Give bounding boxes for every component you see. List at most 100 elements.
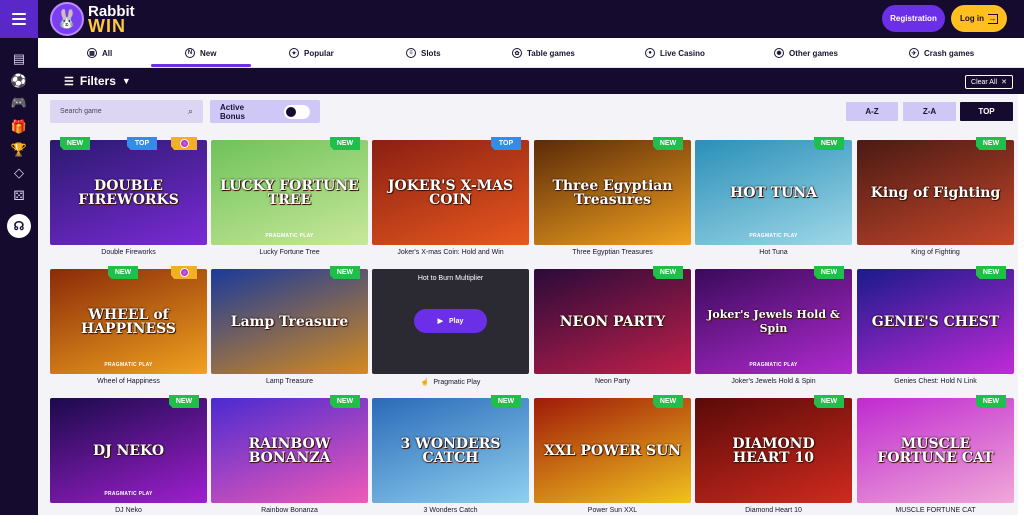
gamepad-icon[interactable]: 🎮 [9, 94, 29, 112]
filters-label: Filters [79, 74, 116, 88]
game-card[interactable]: Lamp Treasure NEW Lamp Treasure [211, 266, 368, 394]
bonus-coin-icon [171, 137, 197, 150]
game-name: DJ Neko [115, 507, 142, 514]
search-input[interactable]: Search game ⌕ [50, 100, 203, 123]
sort-za-button[interactable]: Z-A [903, 102, 956, 121]
game-card[interactable]: 3 WONDERS CATCH NEW 3 Wonders Catch [372, 395, 529, 523]
site-logo[interactable]: 🐰 Rabbit WIN [50, 2, 135, 36]
game-card[interactable]: MUSCLE FORTUNE CAT NEW MUSCLE FORTUNE CA… [857, 395, 1014, 523]
game-name: Pragmatic Play [433, 378, 481, 386]
tab-slots[interactable]: ≡ Slots [406, 38, 441, 68]
game-thumbnail[interactable]: 3 WONDERS CATCH [372, 398, 529, 503]
game-card[interactable]: LUCKY FORTUNE TREE PRAGMATIC PLAY NEW Luc… [211, 137, 368, 265]
game-art-title: NEON PARTY [559, 313, 666, 330]
game-card[interactable]: DOUBLE FIREWORKS NEW TOP Double Firework… [50, 137, 207, 265]
grid-icon: ▦ [87, 48, 97, 58]
game-card[interactable]: RAINBOW BONANZA NEW Rainbow Bonanza [211, 395, 368, 523]
new-badge: NEW [653, 266, 683, 279]
menu-icon-line [12, 23, 26, 25]
login-button[interactable]: Log in → [951, 5, 1007, 32]
sliders-icon: ☰ [64, 75, 74, 88]
game-art-title: DIAMOND HEART 10 [732, 435, 815, 466]
new-badge: NEW [814, 266, 844, 279]
game-thumbnail[interactable]: DOUBLE FIREWORKS [50, 140, 207, 245]
game-thumbnail[interactable]: NEON PARTY [534, 269, 691, 374]
game-thumbnail[interactable]: LUCKY FORTUNE TREE PRAGMATIC PLAY [211, 140, 368, 245]
game-name: MUSCLE FORTUNE CAT [895, 507, 976, 514]
game-thumbnail[interactable]: HOT TUNA PRAGMATIC PLAY [695, 140, 852, 245]
game-thumbnail[interactable]: RAINBOW BONANZA [211, 398, 368, 503]
tab-live-casino[interactable]: ● Live Casino [645, 38, 705, 68]
tab-table-games[interactable]: ✿ Table games [512, 38, 575, 68]
game-thumbnail[interactable]: Lamp Treasure [211, 269, 368, 374]
diamond-icon[interactable]: ◇ [9, 164, 29, 182]
game-card[interactable]: DIAMOND HEART 10 NEW Diamond Heart 10 [695, 395, 852, 523]
top-badge: TOP [127, 137, 157, 150]
game-card-hovered[interactable]: Hot to Burn Multiplier ▶ Play ☝ Pragmati… [372, 269, 529, 394]
tab-crash-games[interactable]: ✈ Crash games [909, 38, 974, 68]
game-name: 3 Wonders Catch [423, 507, 478, 514]
game-art-title: Three Egyptian Treasures [552, 177, 673, 208]
slots-machine-icon[interactable]: ▤ [9, 50, 29, 68]
login-label: Log in [960, 14, 984, 23]
game-name: Wheel of Happiness [97, 378, 160, 385]
game-art-title: HOT TUNA [729, 184, 817, 201]
crash-games-icon: ✈ [909, 48, 919, 58]
gift-icon[interactable]: 🎁 [9, 118, 29, 136]
game-card[interactable]: WHEEL of HAPPINESS PRAGMATIC PLAY NEW Whe… [50, 266, 207, 394]
tab-other-games[interactable]: ✺ Other games [774, 38, 838, 68]
game-thumbnail[interactable]: JOKER'S X-MAS COIN [372, 140, 529, 245]
game-thumbnail[interactable]: Joker's Jewels Hold & Spin PRAGMATIC PLAY [695, 269, 852, 374]
other-games-icon: ✺ [774, 48, 784, 58]
tab-all[interactable]: ▦ All [87, 38, 112, 68]
live-casino-icon: ● [645, 48, 655, 58]
left-sidebar: ▤ ⚽ 🎮 🎁 🏆 ◇ ⚄ ☊ [0, 38, 38, 515]
registration-button[interactable]: Registration [882, 5, 945, 32]
sports-ball-icon[interactable]: ⚽ [9, 72, 29, 90]
game-card[interactable]: Three Egyptian Treasures NEW Three Egypt… [534, 137, 691, 265]
clear-all-button[interactable]: Clear All ✕ [965, 75, 1013, 89]
game-thumbnail[interactable]: GENIE'S CHEST [857, 269, 1014, 374]
game-card[interactable]: XXL POWER SUN NEW Power Sun XXL [534, 395, 691, 523]
game-name: Joker's X-mas Coin: Hold and Win [397, 249, 504, 256]
game-name: Three Egyptian Treasures [572, 249, 653, 256]
tab-popular[interactable]: ✦ Popular [289, 38, 334, 68]
new-badge: NEW [814, 395, 844, 408]
trophy-icon[interactable]: 🏆 [9, 141, 29, 159]
game-card[interactable]: DJ NEKO PRAGMATIC PLAY NEW DJ Neko [50, 395, 207, 523]
game-art-title: GENIE'S CHEST [871, 313, 1000, 330]
game-thumbnail[interactable]: Three Egyptian Treasures [534, 140, 691, 245]
game-card[interactable]: King of Fighting NEW King of Fighting [857, 137, 1014, 265]
game-hover-overlay[interactable]: Hot to Burn Multiplier ▶ Play [372, 269, 529, 374]
active-bonus-label: Active Bonus [220, 102, 245, 121]
sort-az-button[interactable]: A-Z [846, 102, 898, 121]
game-card[interactable]: Joker's Jewels Hold & Spin PRAGMATIC PLAY… [695, 266, 852, 394]
game-thumbnail[interactable]: DJ NEKO PRAGMATIC PLAY [50, 398, 207, 503]
game-card[interactable]: JOKER'S X-MAS COIN TOP Joker's X-mas Coi… [372, 137, 529, 265]
filters-toggle[interactable]: ☰ Filters ▼ [64, 74, 131, 88]
dice-icon[interactable]: ⚄ [9, 187, 29, 205]
game-provider: PRAGMATIC PLAY [749, 362, 798, 368]
game-thumbnail[interactable]: MUSCLE FORTUNE CAT [857, 398, 1014, 503]
game-provider-caption: ☝ Pragmatic Play [372, 378, 529, 387]
new-badge: NEW [976, 137, 1006, 150]
play-button[interactable]: ▶ Play [414, 309, 487, 333]
game-thumbnail[interactable]: DIAMOND HEART 10 [695, 398, 852, 503]
game-provider: PRAGMATIC PLAY [104, 362, 153, 368]
sort-top-button[interactable]: TOP [960, 102, 1013, 121]
cursor-hand-icon: ☝ [420, 379, 430, 386]
support-headset-icon[interactable]: ☊ [7, 214, 31, 238]
game-card[interactable]: NEON PARTY NEW Neon Party [534, 266, 691, 394]
game-card[interactable]: HOT TUNA PRAGMATIC PLAY NEW Hot Tuna [695, 137, 852, 265]
active-tab-indicator [151, 64, 251, 67]
tab-label: Live Casino [660, 48, 705, 58]
menu-icon-line [12, 13, 26, 15]
game-thumbnail[interactable]: King of Fighting [857, 140, 1014, 245]
active-bonus-toggle[interactable] [284, 104, 310, 119]
new-badge: NEW [330, 395, 360, 408]
game-card[interactable]: GENIE'S CHEST NEW Genies Chest: Hold N L… [857, 266, 1014, 394]
game-thumbnail[interactable]: WHEEL of HAPPINESS PRAGMATIC PLAY [50, 269, 207, 374]
game-thumbnail[interactable]: XXL POWER SUN [534, 398, 691, 503]
menu-button[interactable] [0, 0, 38, 38]
new-badge: NEW [330, 137, 360, 150]
